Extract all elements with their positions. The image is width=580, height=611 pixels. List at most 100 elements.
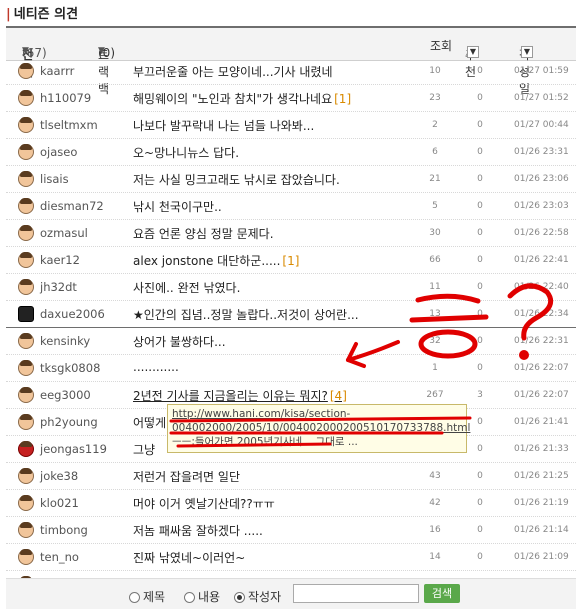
recommend-count: 0 xyxy=(477,471,483,481)
comment-author[interactable]: joke38 xyxy=(40,469,78,483)
comment-subject[interactable]: ............ xyxy=(133,360,181,374)
reply-count[interactable]: [1] xyxy=(282,254,299,268)
sort-icon[interactable]: ▼ xyxy=(467,46,479,58)
comment-subject[interactable]: 2년전 기사를 지금올리는 이유는 뭐지? [4] xyxy=(133,387,347,404)
view-count: 23 xyxy=(429,93,441,103)
comment-author[interactable]: ozmasul xyxy=(40,226,88,240)
section-title: | 네티즌 의견 xyxy=(6,7,79,22)
comment-date: 01/26 22:41 xyxy=(514,255,569,265)
comment-subject[interactable]: 나보다 발꾸락내 나는 넘들 나와봐... xyxy=(133,117,316,134)
tooltip-text: ㅡㅡ;들어가면 2005년기사네... 그대로 ... xyxy=(172,436,358,448)
search-input[interactable] xyxy=(293,584,419,603)
comment-subject[interactable]: 오~망나니뉴스 답다. xyxy=(133,144,241,161)
comment-date: 01/26 21:33 xyxy=(514,444,569,454)
avatar-icon xyxy=(18,441,34,457)
search-button[interactable]: 검색 xyxy=(424,584,460,603)
comment-subject[interactable]: 부끄러운줄 아는 모양이네...기사 내렸네 xyxy=(133,63,335,80)
chevron-down-icon: ▼ xyxy=(22,46,29,56)
comment-date: 01/26 21:09 xyxy=(514,552,569,562)
comment-author[interactable]: diesman72 xyxy=(40,199,104,213)
comment-subject[interactable]: 그냥 xyxy=(133,441,157,458)
tooltip-link[interactable]: http://www.hani.com/kisa/section-0040020… xyxy=(172,408,470,434)
avatar-icon xyxy=(18,117,34,133)
comment-subject[interactable]: ★인간의 집념..정말 놀랍다..저것이 상어란... xyxy=(133,306,361,323)
search-bar: 제목 내용 작성자 검색 xyxy=(6,578,576,609)
comment-subject[interactable]: 사진에.. 완전 낚였다. xyxy=(133,279,242,296)
comment-author[interactable]: timbong xyxy=(40,523,88,537)
comment-author[interactable]: kaer12 xyxy=(40,253,80,267)
comment-author[interactable]: daxue2006 xyxy=(40,307,105,321)
comment-row: tksgk0808............ 1 0 01/26 22:07 xyxy=(6,355,576,382)
comment-row: lisais 저는 사실 밍크고래도 낚시로 잡았습니다. 21 0 01/26 23:… xyxy=(6,166,576,193)
avatar-icon xyxy=(18,198,34,214)
comment-author[interactable]: jeongas119 xyxy=(40,442,107,456)
comment-author[interactable]: tlseltmxm xyxy=(40,118,98,132)
recommend-count: 0 xyxy=(477,498,483,508)
recommend-count: 0 xyxy=(477,336,483,346)
recommend-count: 0 xyxy=(477,201,483,211)
view-count: 267 xyxy=(426,390,444,400)
recommend-count: 0 xyxy=(477,147,483,157)
comment-author[interactable]: klo021 xyxy=(40,496,79,510)
comment-subject[interactable]: 저놈 패싸움 잘하겠다 ..... xyxy=(133,522,265,539)
recommend-count: 0 xyxy=(477,120,483,130)
comment-author[interactable]: kaarrr xyxy=(40,64,74,78)
radio-content[interactable]: 내용 xyxy=(184,588,220,605)
comment-subject[interactable]: 어떻게 xyxy=(133,414,168,431)
comment-list: kaarrr 부끄러운줄 아는 모양이네...기사 내렸네 10 0 01/27 01:… xyxy=(6,58,576,598)
recommend-count: 0 xyxy=(477,255,483,265)
radio-author[interactable]: 작성자 xyxy=(234,588,281,605)
comment-author[interactable]: tksgk0808 xyxy=(40,361,100,375)
comment-row: h110079 해밍웨이의 "노인과 참치"가 생각나네요 [1] 23 0 01/27 … xyxy=(6,85,576,112)
comment-subject[interactable]: 진짜 낚였네~이러언~ xyxy=(133,549,247,566)
avatar-icon xyxy=(18,144,34,160)
comment-subject[interactable]: 저는 사실 밍크고래도 낚시로 잡았습니다. xyxy=(133,171,342,188)
view-count: 42 xyxy=(429,498,441,508)
comment-author[interactable]: kensinky xyxy=(40,334,90,348)
recommend-count: 3 xyxy=(477,390,483,400)
comment-row: tlseltmxm 나보다 발꾸락내 나는 넘들 나와봐... 2 0 01/27 00… xyxy=(6,112,576,139)
comment-author[interactable]: ten_no xyxy=(40,550,79,564)
recommend-count: 0 xyxy=(477,417,483,427)
comment-date: 01/27 00:44 xyxy=(514,120,569,130)
avatar-icon xyxy=(18,549,34,565)
recommend-count: 0 xyxy=(477,174,483,184)
col-views-header[interactable]: 조회 xyxy=(430,37,452,54)
comment-subject[interactable]: 요즘 언론 양심 정말 문제다. xyxy=(133,225,276,242)
comment-row: timbong 저놈 패싸움 잘하겠다 ..... 16 0 01/26 21:14 xyxy=(6,517,576,544)
comment-subject[interactable]: alex jonstone 대단하군..... [1] xyxy=(133,252,299,269)
comment-row: kaer12 alex jonstone 대단하군..... [1] 66 0 01/26… xyxy=(6,247,576,274)
view-count: 30 xyxy=(429,228,441,238)
reply-count[interactable]: [1] xyxy=(334,92,351,106)
comment-subject[interactable]: 상어가 불쌍하다... xyxy=(133,333,228,350)
avatar-icon xyxy=(18,90,34,106)
comment-subject[interactable]: 해밍웨이의 "노인과 참치"가 생각나네요 [1] xyxy=(133,90,351,107)
comment-author[interactable]: ojaseo xyxy=(40,145,77,159)
comment-subject[interactable]: 저런거 잡을려면 일단 xyxy=(133,468,242,485)
comment-date: 01/26 23:06 xyxy=(514,174,569,184)
radio-subject[interactable]: 제목 xyxy=(129,588,165,605)
view-count: 43 xyxy=(429,471,441,481)
avatar-icon xyxy=(18,468,34,484)
comment-author[interactable]: eeg3000 xyxy=(40,388,91,402)
avatar-icon xyxy=(18,225,34,241)
comment-preview-tooltip: http://www.hani.com/kisa/section-0040020… xyxy=(167,404,470,453)
comment-date: 01/27 01:52 xyxy=(514,93,569,103)
view-count: 6 xyxy=(432,147,438,157)
recommend-count: 0 xyxy=(477,282,483,292)
view-count: 16 xyxy=(429,525,441,535)
comment-date: 01/27 01:59 xyxy=(514,66,569,76)
reply-count[interactable]: [4] xyxy=(330,389,347,403)
recommend-count: 0 xyxy=(477,444,483,454)
comment-author[interactable]: jh32dt xyxy=(40,280,77,294)
recommend-count: 0 xyxy=(477,552,483,562)
recommend-count: 0 xyxy=(477,309,483,319)
comment-author[interactable]: ph2young xyxy=(40,415,98,429)
comment-author[interactable]: lisais xyxy=(40,172,69,186)
avatar-icon xyxy=(18,387,34,403)
comment-subject[interactable]: 머야 이거 옛날기산데??ㅠㅠ xyxy=(133,495,277,512)
comment-author[interactable]: h110079 xyxy=(40,91,91,105)
sort-icon[interactable]: ▼ xyxy=(521,46,533,58)
comment-subject[interactable]: 낚시 천국이구만.. xyxy=(133,198,224,215)
avatar-icon xyxy=(18,495,34,511)
